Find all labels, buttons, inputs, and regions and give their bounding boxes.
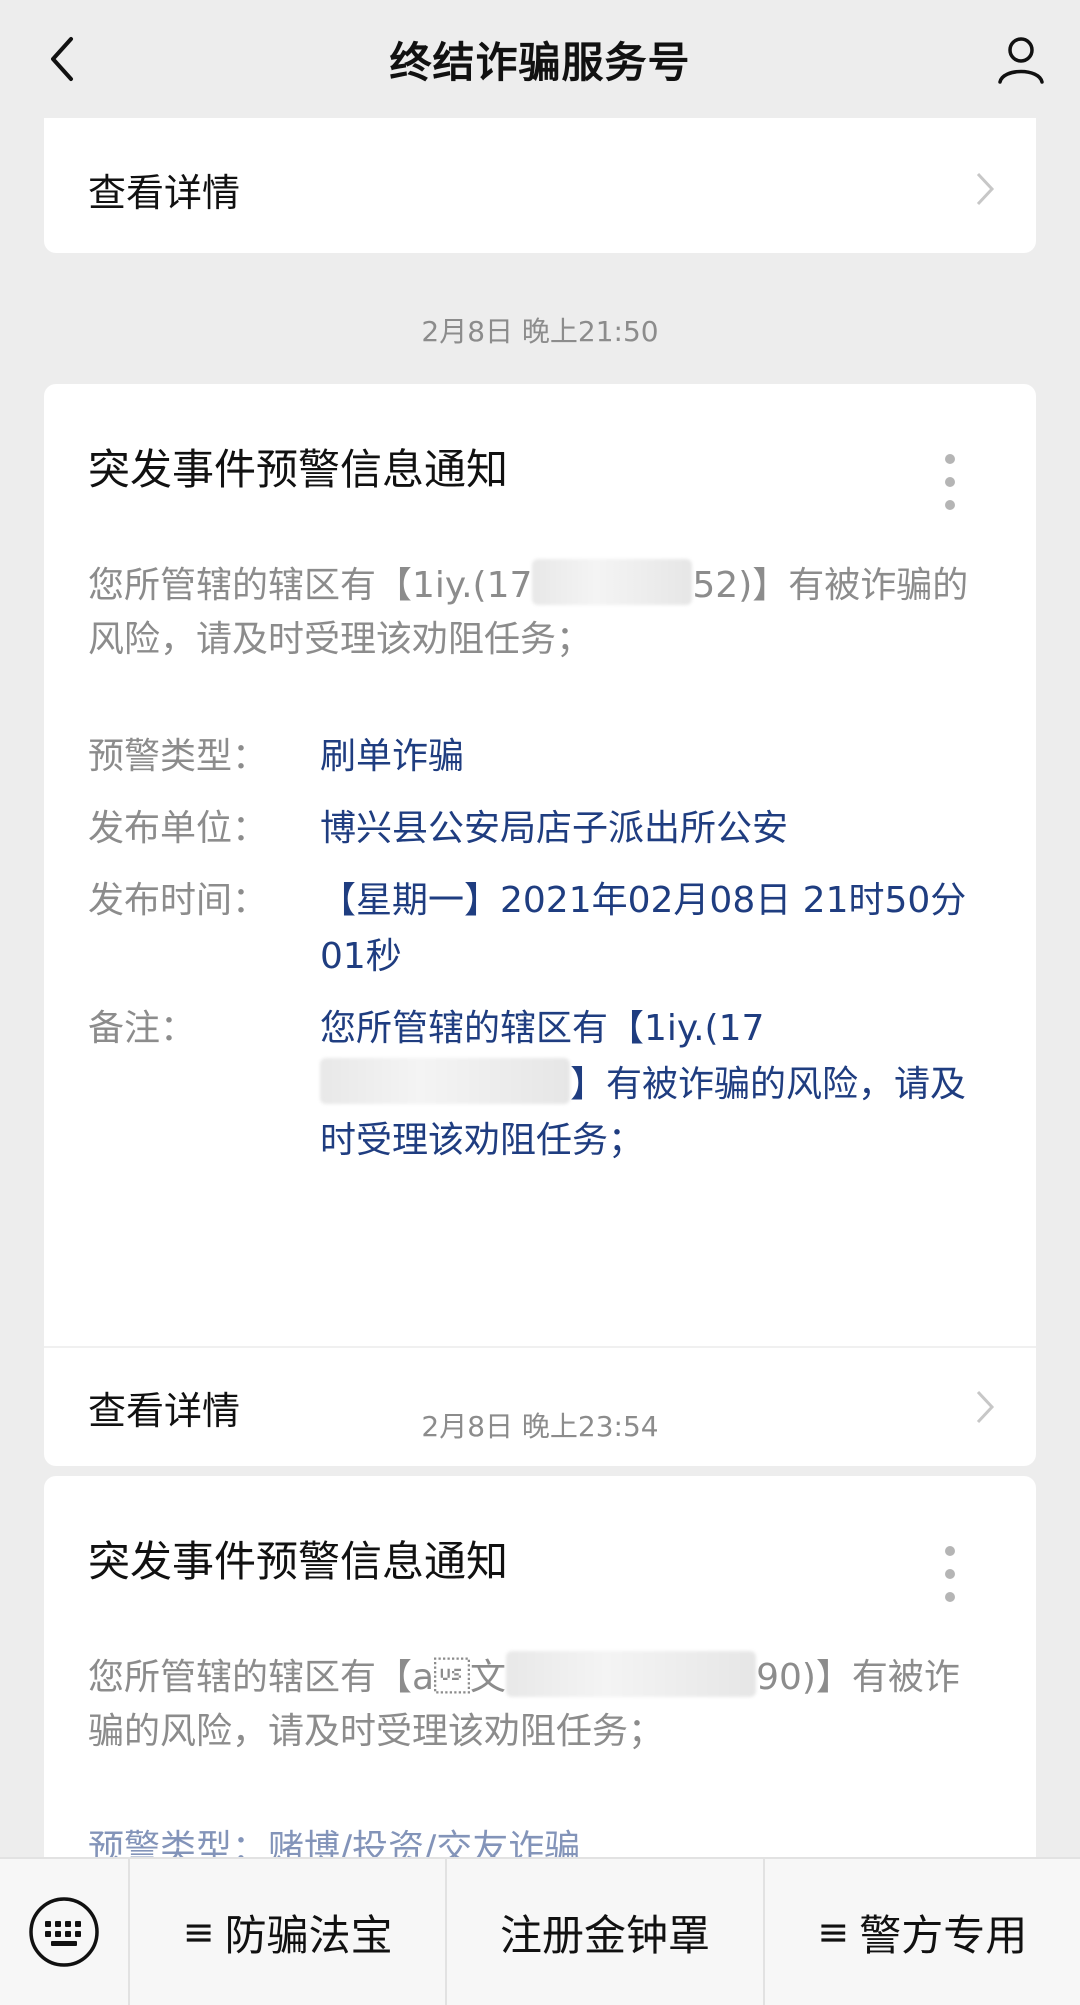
keyboard-icon [29, 1897, 99, 1967]
more-options-icon[interactable] [938, 1546, 962, 1602]
more-options-icon[interactable] [938, 454, 962, 510]
field-remark: 备注： 您所管辖的辖区有【1iy.(17】有被诈骗的风险，请及时受理该劝阻任务； [88, 1008, 967, 1161]
message-timestamp: 2月8日 晚上21:50 [421, 315, 659, 348]
page-title: 终结诈骗服务号 [389, 37, 691, 87]
message-summary: 您所管辖的辖区有【1iy.(17 52)】有被诈骗的风险，请及时受理该劝阻任务； [88, 559, 988, 667]
field-warning-type: 预警类型： 刷单诈骗 [88, 736, 465, 777]
person-icon [998, 37, 1044, 84]
keyboard-toggle-button[interactable] [0, 1858, 130, 2005]
redacted-number [532, 559, 693, 605]
bottom-menu-bar: ≡ 防骗法宝 注册金钟罩 ≡ 警方专用 [0, 1857, 1080, 2005]
back-arrow-icon [51, 37, 73, 81]
view-details-label: 查看详情 [88, 170, 241, 215]
message-fields: 预警类型：赌博/投资/交友诈骗 [88, 1821, 1008, 1858]
profile-button[interactable] [984, 22, 1058, 96]
redacted-number [320, 1058, 570, 1104]
message-title: 突发事件预警信息通知 [88, 1537, 509, 1586]
menu-register-protection[interactable]: 注册金钟罩 [447, 1858, 765, 2005]
previous-message-card: 查看详情 [44, 118, 1036, 253]
field-issuer: 发布单位： 博兴县公安局店子派出所公安 [88, 808, 789, 849]
screen: 终结诈骗服务号 查看详情 2月8日 晚上21:50 突发事件预警信息通知 您所管… [0, 0, 1080, 2005]
alert-message-card[interactable]: 突发事件预警信息通知 您所管辖的辖区有【a 文 90)】有被诈骗的风险，请及时受理… [44, 1476, 1036, 1858]
message-title: 突发事件预警信息通知 [88, 445, 509, 494]
redacted-number [506, 1651, 757, 1697]
chevron-right-icon [976, 172, 995, 206]
menu-anti-fraud-tips[interactable]: ≡ 防骗法宝 [130, 1858, 448, 2005]
view-details-row[interactable]: 查看详情 [44, 130, 1036, 248]
field-publish-time: 发布时间： 【星期一】2021年02月08日 21时50分01秒 [88, 880, 967, 977]
top-bar: 终结诈骗服务号 [0, 0, 1080, 118]
alert-message-card[interactable]: 突发事件预警信息通知 您所管辖的辖区有【1iy.(17 52)】有被诈骗的风险，请… [44, 384, 1036, 1466]
menu-police-only[interactable]: ≡ 警方专用 [765, 1858, 1080, 2005]
field-warning-type: 预警类型：赌博/投资/交友诈骗 [88, 1828, 581, 1858]
message-summary: 您所管辖的辖区有【a 文 90)】有被诈骗的风险，请及时受理该劝阻任务； [88, 1651, 988, 1759]
back-button[interactable] [28, 24, 98, 94]
message-feed[interactable]: 查看详情 2月8日 晚上21:50 突发事件预警信息通知 您所管辖的辖区有【1i… [0, 118, 1080, 1858]
message-fields: 预警类型： 刷单诈骗 发布单位： 博兴县公安局店子派出所公安 发布时间： 【星期… [88, 729, 1008, 1185]
message-timestamp: 2月8日 晚上23:54 [421, 1410, 659, 1443]
